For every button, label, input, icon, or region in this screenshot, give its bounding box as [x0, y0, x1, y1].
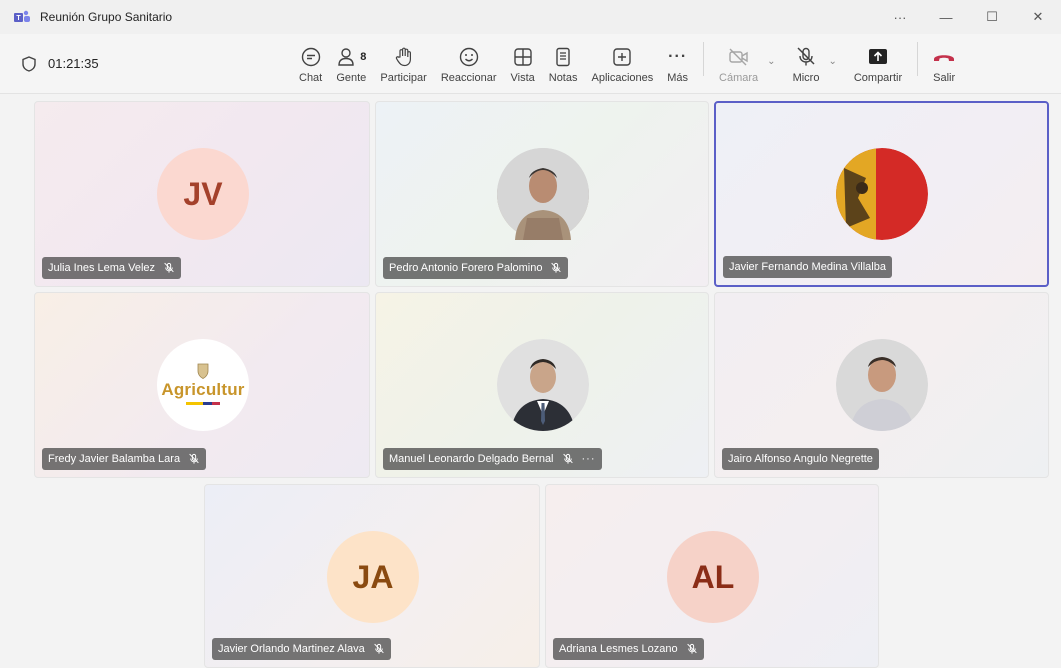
profile-photo: Agricultur: [157, 339, 249, 431]
timer-text: 01:21:35: [48, 56, 99, 71]
participant-nameplate: Manuel Leonardo Delgado Bernal ···: [383, 448, 602, 470]
mic-muted-icon: [163, 262, 175, 274]
toolbar-divider: [703, 41, 705, 76]
window-title: Reunión Grupo Sanitario: [40, 10, 173, 24]
people-icon: [338, 47, 354, 66]
apps-button[interactable]: Aplicaciones: [585, 38, 661, 84]
participant-nameplate: Javier Fernando Medina Villalba: [723, 256, 892, 278]
notes-icon: [556, 47, 570, 66]
mic-muted-icon: [188, 453, 200, 465]
participant-tile[interactable]: Manuel Leonardo Delgado Bernal ···: [375, 292, 709, 478]
camera-off-icon: [728, 48, 748, 65]
view-label: Vista: [510, 71, 535, 84]
participant-nameplate: Javier Orlando Martinez Alava: [212, 638, 391, 660]
toolbar-items: Chat 8 Gente Participar Reaccionar Vista…: [292, 34, 960, 94]
grid-view-icon: [513, 47, 532, 66]
coat-of-arms-icon: [197, 363, 209, 379]
mic-label: Micro: [792, 71, 820, 84]
more-button[interactable]: ··· Más: [660, 38, 695, 84]
mic-muted-icon: [373, 643, 385, 655]
participant-tile[interactable]: Agricultur Fredy Javier Balamba Lara: [34, 292, 370, 478]
participant-nameplate: Julia Ines Lema Velez: [42, 257, 182, 279]
participant-name: Javier Fernando Medina Villalba: [729, 261, 886, 273]
teams-logo-icon: T: [14, 10, 30, 22]
participant-nameplate: Jairo Alfonso Angulo Negrette: [722, 448, 879, 470]
chat-label: Chat: [299, 71, 323, 84]
flag-stripe: [186, 401, 220, 405]
chat-icon: [301, 47, 320, 66]
camera-label: Cámara: [719, 71, 759, 84]
camera-button[interactable]: Cámara: [712, 38, 765, 84]
participant-name: Jairo Alfonso Angulo Negrette: [728, 453, 873, 465]
people-button[interactable]: 8 Gente: [329, 38, 373, 84]
mic-muted-icon: [550, 262, 562, 274]
react-button[interactable]: Reaccionar: [434, 38, 504, 84]
participant-nameplate: Adriana Lesmes Lozano: [553, 638, 704, 660]
hand-icon: [395, 47, 411, 66]
mic-off-icon: [797, 46, 815, 65]
toolbar-divider: [917, 41, 919, 76]
people-count: 8: [360, 50, 367, 63]
apps-label: Aplicaciones: [591, 71, 654, 84]
meeting-timer: 01:21:35: [22, 55, 292, 72]
mic-muted-icon: [686, 643, 698, 655]
profile-photo: [497, 339, 589, 431]
participant-tile[interactable]: AL Adriana Lesmes Lozano: [545, 484, 879, 668]
participant-nameplate: Pedro Antonio Forero Palomino: [383, 257, 569, 279]
avatar: JV: [157, 148, 249, 240]
more-icon: ···: [668, 47, 688, 65]
notes-button[interactable]: Notas: [542, 38, 585, 84]
notes-label: Notas: [548, 71, 578, 84]
window-more-button[interactable]: ···: [877, 0, 923, 34]
avatar: AL: [667, 531, 759, 623]
maximize-button[interactable]: ☐: [969, 0, 1015, 34]
participant-name: Fredy Javier Balamba Lara: [48, 453, 181, 465]
close-button[interactable]: ✕: [1015, 0, 1061, 34]
participant-name: Adriana Lesmes Lozano: [559, 643, 678, 655]
leave-button[interactable]: Salir: [928, 38, 960, 84]
mic-options-chevron-icon[interactable]: ⌄: [828, 56, 836, 67]
mic-muted-icon: [562, 453, 574, 465]
avatar-logo-text: Agricultur: [161, 379, 245, 399]
share-button[interactable]: Compartir: [847, 38, 909, 84]
profile-photo: [836, 148, 928, 240]
participant-tile[interactable]: JV Julia Ines Lema Velez: [34, 101, 370, 287]
mic-button[interactable]: Micro: [786, 38, 827, 84]
raise-hand-button[interactable]: Participar: [373, 38, 433, 84]
share-screen-icon: [868, 48, 887, 64]
add-app-icon: [613, 47, 632, 66]
leave-label: Salir: [933, 71, 956, 84]
minimize-button[interactable]: —: [923, 0, 969, 34]
participant-name: Julia Ines Lema Velez: [48, 262, 156, 274]
smiley-icon: [459, 47, 478, 66]
chat-button[interactable]: Chat: [292, 38, 329, 84]
react-label: Reaccionar: [440, 71, 497, 84]
meeting-toolbar: 01:21:35 Chat 8 Gente Participar Reaccio…: [0, 34, 1061, 94]
share-label: Compartir: [853, 71, 903, 84]
view-button[interactable]: Vista: [503, 38, 541, 84]
video-grid: JV Julia Ines Lema Velez Pedro Antonio F…: [0, 95, 1061, 668]
shield-icon: [22, 55, 36, 72]
people-label: Gente: [336, 71, 367, 84]
participant-name: Pedro Antonio Forero Palomino: [389, 262, 543, 274]
participant-more-button[interactable]: ···: [582, 453, 596, 465]
title-bar: T Reunión Grupo Sanitario ··· — ☐ ✕: [0, 0, 1061, 34]
hang-up-icon: [934, 54, 955, 61]
participant-tile-active-speaker[interactable]: Javier Fernando Medina Villalba: [714, 101, 1049, 287]
more-label: Más: [667, 71, 689, 84]
raise-hand-label: Participar: [380, 71, 427, 84]
participant-name: Javier Orlando Martinez Alava: [218, 643, 365, 655]
participant-tile[interactable]: Pedro Antonio Forero Palomino: [375, 101, 709, 287]
participant-name: Manuel Leonardo Delgado Bernal: [389, 453, 554, 465]
camera-options-chevron-icon[interactable]: ⌄: [767, 56, 775, 67]
participant-nameplate: Fredy Javier Balamba Lara: [42, 448, 207, 470]
avatar: JA: [327, 531, 419, 623]
profile-photo: [836, 339, 928, 431]
svg-text:T: T: [16, 15, 21, 22]
participant-tile[interactable]: JA Javier Orlando Martinez Alava: [204, 484, 540, 668]
participant-tile[interactable]: Jairo Alfonso Angulo Negrette: [714, 292, 1049, 478]
profile-photo: [497, 148, 589, 240]
